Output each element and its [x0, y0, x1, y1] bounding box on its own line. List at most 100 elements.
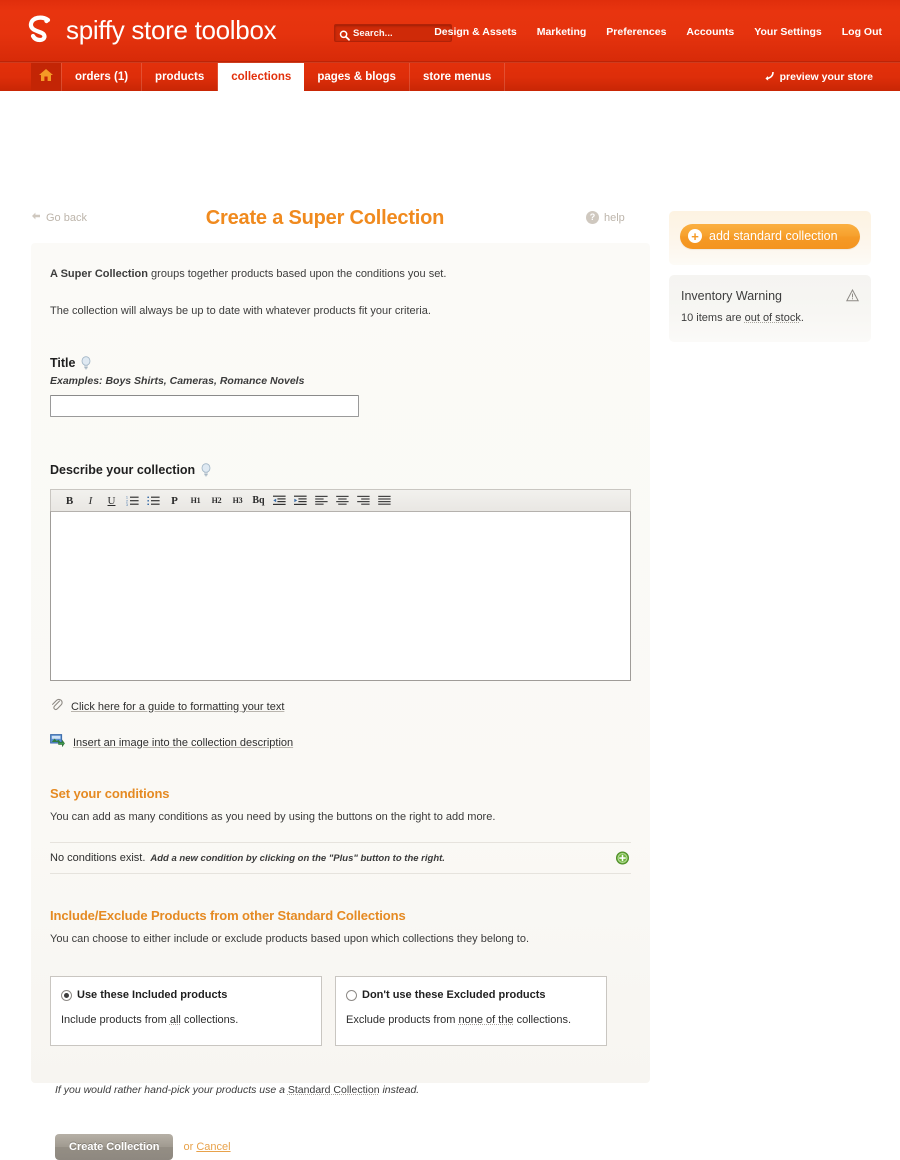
app-header: spiffy store toolbox Search... Design & …: [0, 0, 900, 62]
top-nav-marketing[interactable]: Marketing: [537, 26, 587, 38]
help-link[interactable]: ? help: [586, 211, 625, 224]
excluded-collections-link[interactable]: none of the: [459, 1014, 514, 1026]
excluded-products-radio[interactable]: [346, 989, 357, 1001]
intro-line-2: The collection will always be up to date…: [50, 304, 431, 317]
create-collection-button[interactable]: Create Collection: [55, 1134, 174, 1160]
bold-button[interactable]: B: [59, 492, 80, 510]
brand-name: spiffy store toolbox: [66, 15, 277, 45]
add-collection-panel: + add standard collection: [669, 211, 871, 265]
title-input[interactable]: [50, 395, 359, 417]
intro-strong: A Super Collection: [50, 268, 148, 280]
standard-collection-link[interactable]: Standard Collection: [288, 1084, 380, 1096]
excluded-products-header: Don't use these Excluded products: [346, 989, 596, 1001]
tab-orders[interactable]: orders (1): [61, 63, 143, 91]
included-products-radio[interactable]: [61, 989, 72, 1001]
heading-2-button[interactable]: H2: [206, 492, 227, 510]
paragraph-button[interactable]: P: [164, 492, 185, 510]
question-mark-icon: ?: [586, 211, 599, 224]
align-justify-button[interactable]: [374, 492, 395, 510]
included-desc-prefix: Include products from: [61, 1014, 170, 1026]
paperclip-icon: [50, 697, 63, 716]
top-nav-design-assets[interactable]: Design & Assets: [434, 26, 516, 38]
primary-tab-bar: orders (1) products collections pages & …: [0, 62, 900, 91]
search-placeholder: Search...: [353, 27, 393, 39]
excluded-products-title: Don't use these Excluded products: [362, 989, 546, 1001]
add-standard-collection-button[interactable]: + add standard collection: [680, 224, 860, 249]
standard-collection-footnote: If you would rather hand-pick your produ…: [55, 1084, 631, 1096]
ordered-list-button[interactable]: 1 2 3: [122, 492, 143, 510]
description-editor[interactable]: [50, 511, 631, 681]
lightbulb-icon[interactable]: [80, 356, 92, 370]
conditions-heading: Set your conditions: [50, 786, 170, 801]
insert-image-link[interactable]: Insert an image into the collection desc…: [73, 737, 293, 749]
unordered-list-button[interactable]: [143, 492, 164, 510]
home-tab[interactable]: [31, 63, 61, 91]
included-products-title: Use these Included products: [77, 989, 228, 1001]
help-label: help: [604, 211, 625, 224]
formatting-guide-row: Click here for a guide to formatting you…: [50, 697, 631, 716]
or-label: or: [183, 1141, 197, 1153]
indent-button[interactable]: [290, 492, 311, 510]
plus-circle-icon: +: [688, 229, 702, 243]
brand: spiffy store toolbox: [26, 15, 277, 47]
intro-rest: groups together products based upon the …: [148, 268, 447, 280]
top-nav-your-settings[interactable]: Your Settings: [754, 26, 821, 38]
inventory-warning-body: 10 items are out of stock.: [681, 312, 859, 324]
inventory-warning-panel: Inventory Warning 10 items are out of st…: [669, 275, 871, 342]
conditions-empty-hint: Add a new condition by clicking on the "…: [150, 852, 445, 864]
top-nav-accounts[interactable]: Accounts: [686, 26, 734, 38]
top-nav-log-out[interactable]: Log Out: [842, 26, 882, 38]
lightbulb-icon[interactable]: [200, 463, 212, 477]
page-title: Create a Super Collection: [205, 207, 445, 229]
align-center-button[interactable]: [332, 492, 353, 510]
align-right-button[interactable]: [353, 492, 374, 510]
included-products-option[interactable]: Use these Included products Include prod…: [50, 976, 322, 1046]
page-body: Go back Create a Super Collection ? help…: [0, 91, 900, 1160]
excluded-desc-suffix: collections.: [513, 1014, 572, 1026]
arrow-curve-icon: [764, 70, 775, 84]
tab-pages-blogs[interactable]: pages & blogs: [304, 63, 410, 91]
form-actions: Create Collection or Cancel: [55, 1134, 631, 1160]
add-standard-collection-label: add standard collection: [709, 229, 838, 243]
main-form-card: A Super Collection groups together produ…: [31, 243, 650, 1160]
excluded-products-option[interactable]: Don't use these Excluded products Exclud…: [335, 976, 607, 1046]
conditions-empty-row: No conditions exist. Add a new condition…: [50, 842, 631, 874]
tab-store-menus[interactable]: store menus: [410, 63, 506, 91]
outdent-button[interactable]: [269, 492, 290, 510]
conditions-subtext: You can add as many conditions as you ne…: [50, 811, 496, 823]
title-examples: Examples: Boys Shirts, Cameras, Romance …: [50, 375, 305, 387]
include-exclude-options: Use these Included products Include prod…: [50, 976, 631, 1046]
top-nav: Design & Assets Marketing Preferences Ac…: [434, 26, 882, 38]
underline-button[interactable]: U: [101, 492, 122, 510]
cancel-link[interactable]: Cancel: [196, 1141, 230, 1153]
insert-image-icon: [50, 733, 65, 752]
formatting-guide-link[interactable]: Click here for a guide to formatting you…: [71, 701, 284, 713]
included-products-header: Use these Included products: [61, 989, 311, 1001]
align-left-button[interactable]: [311, 492, 332, 510]
or-cancel-text: or Cancel: [183, 1141, 230, 1153]
included-products-desc: Include products from all collections.: [61, 1014, 311, 1026]
included-collections-link[interactable]: all: [170, 1014, 181, 1026]
tab-collections[interactable]: collections: [218, 63, 305, 91]
heading-3-button[interactable]: H3: [227, 492, 248, 510]
plus-circle-green-icon[interactable]: [616, 851, 629, 865]
excluded-products-desc: Exclude products from none of the collec…: [346, 1014, 596, 1026]
inventory-warning-title: Inventory Warning: [681, 289, 782, 303]
tab-products[interactable]: products: [142, 63, 219, 91]
include-exclude-heading: Include/Exclude Products from other Stan…: [50, 908, 406, 923]
top-nav-preferences[interactable]: Preferences: [606, 26, 666, 38]
search-icon: [339, 28, 350, 41]
preview-your-store-link[interactable]: preview your store: [764, 63, 873, 91]
out-of-stock-link[interactable]: out of stock: [745, 312, 801, 324]
preview-label: preview your store: [779, 71, 873, 83]
conditions-empty-label: No conditions exist.: [50, 852, 146, 864]
heading-1-button[interactable]: H1: [185, 492, 206, 510]
title-label-text: Title: [50, 356, 76, 370]
rich-text-toolbar: B I U 1 2 3 P H1 H2 H3 Bq: [50, 489, 631, 511]
right-sidebar: + add standard collection Inventory Warn…: [669, 211, 871, 342]
svg-text:3: 3: [126, 503, 128, 506]
excluded-desc-prefix: Exclude products from: [346, 1014, 459, 1026]
italic-button[interactable]: I: [80, 492, 101, 510]
warning-body-suffix: .: [800, 312, 804, 324]
blockquote-button[interactable]: Bq: [248, 492, 269, 510]
